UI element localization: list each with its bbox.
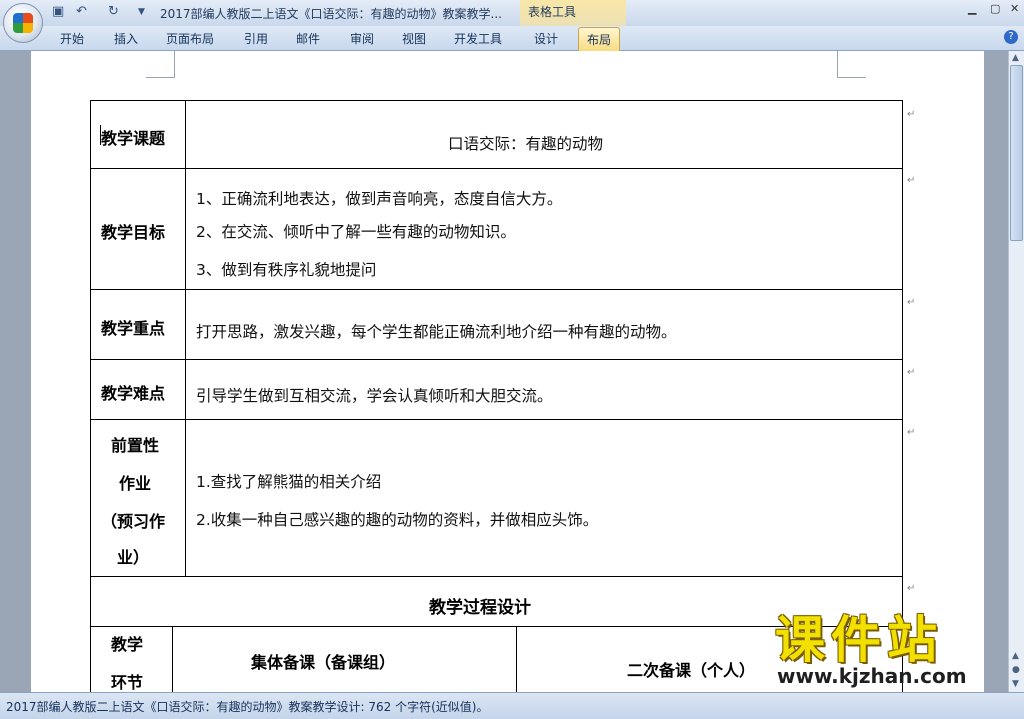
cell-text: 2.收集一种自己感兴趣的趣的动物的资料，并做相应头饰。 — [196, 511, 599, 529]
cell-text: 口语交际：有趣的动物 — [448, 135, 604, 153]
save-icon[interactable]: ▣ — [52, 4, 64, 19]
tab-view[interactable]: 视图 — [402, 30, 426, 47]
tab-references[interactable]: 引用 — [244, 30, 268, 47]
end-of-row-mark: ↵ — [907, 583, 916, 594]
select-browse-object-icon[interactable]: ● — [1012, 665, 1020, 675]
tab-developer[interactable]: 开发工具 — [454, 30, 502, 47]
title-bar: ▣ ↶ ↻ ▼ 2017部编人教版二上语文《口语交际：有趣的动物》教案教学...… — [0, 0, 1024, 50]
minimize-icon[interactable]: ▁ — [968, 2, 976, 15]
sub-header-group: 集体备课（备课组） — [251, 653, 396, 672]
undo-icon[interactable]: ↶ — [76, 4, 87, 19]
sub-header-group-cell[interactable]: 集体备课（备课组） — [172, 626, 517, 692]
row-label: 教学重点 — [101, 319, 166, 338]
watermark-title: 课件站 — [775, 611, 943, 669]
row-label-line: 业） — [117, 548, 150, 567]
content-cell-objectives[interactable]: 1、正确流利地表达，做到声音响亮，态度自信大方。 2、在交流、倾听中了解一些有趣… — [185, 168, 903, 290]
sub-header-step-cell[interactable]: 教学 环节 — [90, 626, 173, 692]
table-tools-label: 表格工具 — [528, 5, 577, 19]
sub-header-line: 环节 — [111, 673, 144, 692]
document-page[interactable]: 教学课题 口语交际：有趣的动物 教学目标 1、正确流利地表达，做到声音响亮，态度… — [31, 51, 984, 692]
label-cell-key-points[interactable]: 教学重点 — [90, 289, 186, 360]
content-cell-key-points[interactable]: 打开思路，激发兴趣，每个学生都能正确流利地介绍一种有趣的动物。 — [185, 289, 903, 360]
end-of-row-mark: ↵ — [907, 297, 916, 308]
row-label: 教学课题 — [101, 129, 166, 148]
customize-quick-access-icon[interactable]: ▼ — [138, 7, 145, 17]
content-cell-difficulties[interactable]: 引导学生做到互相交流，学会认真倾听和大胆交流。 — [185, 359, 903, 420]
crop-mark-left — [146, 51, 175, 78]
document-area[interactable]: 教学课题 口语交际：有趣的动物 教学目标 1、正确流利地表达，做到声音响亮，态度… — [0, 51, 1008, 692]
end-of-row-mark: ↵ — [907, 427, 916, 438]
content-cell-topic[interactable]: 口语交际：有趣的动物 — [185, 100, 903, 169]
maximize-icon[interactable]: ▢ — [990, 2, 1000, 15]
end-of-row-mark: ↵ — [907, 175, 916, 186]
section-title: 教学过程设计 — [429, 598, 531, 618]
tab-home[interactable]: 开始 — [60, 30, 84, 47]
label-cell-objectives[interactable]: 教学目标 — [90, 168, 186, 290]
office-button[interactable] — [3, 3, 43, 43]
tab-design[interactable]: 设计 — [534, 30, 558, 47]
help-icon[interactable]: ? — [1004, 30, 1018, 44]
previous-page-icon[interactable]: ▲ — [1012, 651, 1019, 661]
row-label-line: 作业 — [119, 474, 152, 493]
status-text: 2017部编人教版二上语文《口语交际：有趣的动物》教案教学设计: 762 个字符… — [6, 700, 489, 714]
label-cell-preview-homework[interactable]: 前置性 作业 （预习作 业） — [90, 419, 186, 577]
end-of-row-mark: ↵ — [907, 367, 916, 378]
cell-text: 引导学生做到互相交流，学会认真倾听和大胆交流。 — [196, 387, 553, 405]
row-label-line: 前置性 — [111, 436, 160, 455]
watermark-url: www.kjzhan.com — [777, 664, 967, 688]
redo-icon[interactable]: ↻ — [108, 4, 119, 19]
window-title: 2017部编人教版二上语文《口语交际：有趣的动物》教案教学... — [160, 7, 502, 21]
tab-mailings[interactable]: 邮件 — [296, 30, 320, 47]
row-label-line: （预习作 — [101, 512, 166, 531]
end-of-row-mark: ↵ — [907, 109, 916, 120]
row-label: 教学目标 — [101, 223, 166, 242]
cell-text: 1.查找了解熊猫的相关介绍 — [196, 473, 382, 491]
tab-layout[interactable]: 布局 — [578, 27, 621, 51]
crop-mark-right — [837, 51, 866, 78]
ribbon-tabs: 开始 插入 页面布局 引用 邮件 审阅 视图 开发工具 设计 布局 — [0, 26, 1024, 51]
scroll-up-icon[interactable]: ▲ — [1012, 53, 1019, 63]
office-logo-icon — [13, 13, 33, 33]
tab-page-layout[interactable]: 页面布局 — [166, 30, 214, 47]
cell-text: 1、正确流利地表达，做到声音响亮，态度自信大方。 — [196, 190, 563, 208]
tab-insert[interactable]: 插入 — [114, 30, 138, 47]
scroll-down-icon[interactable]: ▼ — [1012, 679, 1019, 689]
watermark-logo: 课件站 www.kjzhan.com — [775, 612, 967, 688]
vertical-scrollbar[interactable]: ▲ ▲ ● ▼ — [1008, 51, 1024, 692]
cell-text: 2、在交流、倾听中了解一些有趣的动物知识。 — [196, 223, 516, 241]
label-cell-difficulties[interactable]: 教学难点 — [90, 359, 186, 420]
close-icon[interactable]: ✕ — [1010, 2, 1019, 15]
tab-review[interactable]: 审阅 — [350, 30, 374, 47]
sub-header-line: 教学 — [111, 635, 144, 654]
sub-header-personal: 二次备课（个人） — [627, 661, 756, 680]
scrollbar-thumb[interactable] — [1010, 65, 1023, 241]
label-cell-topic[interactable]: 教学课题 — [90, 100, 186, 169]
status-bar: 2017部编人教版二上语文《口语交际：有趣的动物》教案教学设计: 762 个字符… — [0, 692, 1024, 719]
cell-text: 3、做到有秩序礼貌地提问 — [196, 261, 377, 279]
row-label: 教学难点 — [101, 384, 166, 403]
cell-text: 打开思路，激发兴趣，每个学生都能正确流利地介绍一种有趣的动物。 — [196, 323, 677, 341]
content-cell-preview-homework[interactable]: 1.查找了解熊猫的相关介绍 2.收集一种自己感兴趣的趣的动物的资料，并做相应头饰… — [185, 419, 903, 577]
